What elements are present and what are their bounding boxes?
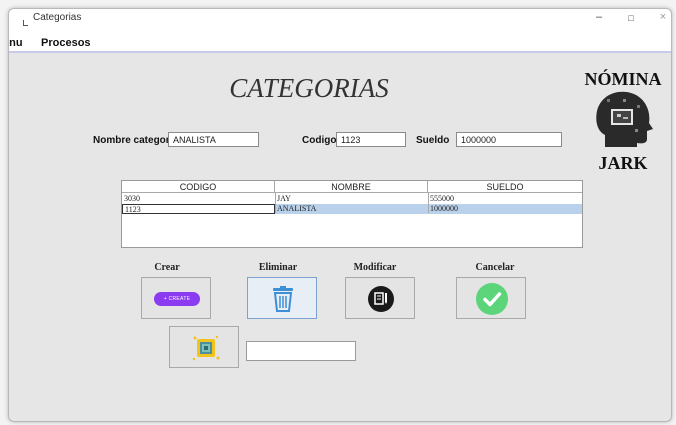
table-cell-editing[interactable]: 1123 — [122, 204, 275, 214]
crear-label: Crear — [154, 262, 180, 273]
menu-menu[interactable]: enu — [9, 37, 23, 49]
sueldo-input[interactable] — [456, 132, 562, 147]
nombre-categoria-label: Nombre categoria — [93, 135, 179, 146]
minimize-button[interactable]: – — [589, 11, 609, 23]
cancelar-label: Cancelar — [475, 262, 515, 273]
head-profile-icon — [596, 91, 653, 147]
cancelar-button[interactable] — [456, 277, 526, 319]
close-button[interactable]: × — [653, 11, 671, 23]
checkmark-icon — [476, 283, 508, 315]
column-header-nombre[interactable]: NOMBRE — [275, 181, 428, 193]
app-icon — [23, 20, 28, 26]
maximize-button[interactable]: □ — [621, 13, 641, 23]
column-header-sueldo[interactable]: SUELDO — [428, 181, 582, 193]
modificar-button[interactable] — [345, 277, 415, 319]
codigo-label: Codigo — [302, 135, 337, 146]
codigo-input[interactable] — [336, 132, 406, 147]
table-cell[interactable]: JAY — [275, 194, 428, 204]
window-title: Categorias — [33, 12, 82, 23]
extra-button[interactable] — [169, 326, 239, 368]
table-cell[interactable]: 555000 — [428, 194, 582, 204]
logo-bottom-text: JARK — [598, 153, 648, 173]
table-cell[interactable]: 1000000 — [428, 204, 582, 214]
page-title: CATEGORIAS — [229, 73, 389, 103]
eliminar-label: Eliminar — [258, 262, 298, 273]
nomina-logo: NÓMINA JARK — [573, 63, 671, 183]
app-window: Categorias – □ × enu Procesos CATEGORIAS… — [8, 8, 672, 422]
title-bar: Categorias – □ × — [9, 9, 671, 35]
table-cell[interactable]: 3030 — [122, 194, 275, 204]
frame-icon — [192, 335, 220, 361]
crear-button[interactable]: + CREATE — [141, 277, 211, 319]
column-divider — [275, 193, 276, 213]
sueldo-label: Sueldo — [416, 135, 450, 146]
nombre-categoria-input[interactable] — [168, 132, 259, 147]
logo-top-text: NÓMINA — [584, 69, 662, 89]
document-edit-icon — [368, 286, 394, 312]
eliminar-button[interactable] — [247, 277, 317, 319]
column-divider — [428, 193, 429, 213]
table-header: CODIGO NOMBRE SUELDO — [122, 181, 582, 193]
menu-procesos[interactable]: Procesos — [41, 37, 91, 49]
modificar-label: Modificar — [353, 262, 397, 273]
trash-icon — [273, 286, 293, 312]
column-header-codigo[interactable]: CODIGO — [122, 181, 275, 193]
create-pill-icon: + CREATE — [154, 292, 200, 306]
menu-bar: enu Procesos — [9, 35, 671, 53]
table-row[interactable]: 3030 JAY 555000 — [122, 194, 582, 204]
categorias-table[interactable]: CODIGO NOMBRE SUELDO 3030 JAY 555000 112… — [121, 180, 583, 248]
extra-input[interactable] — [246, 341, 356, 361]
table-row-selected[interactable]: 1123 ANALISTA 1000000 — [122, 204, 582, 214]
table-cell[interactable]: ANALISTA — [275, 204, 428, 214]
